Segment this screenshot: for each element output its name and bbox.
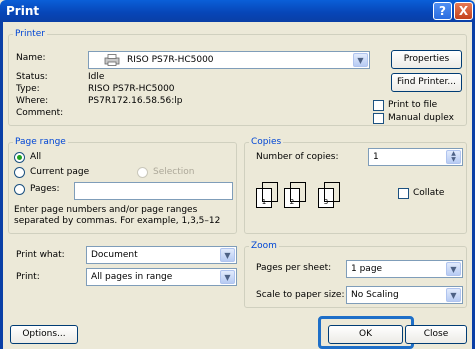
- pages-label: Pages:: [30, 184, 60, 194]
- printer-group-label: Printer: [13, 29, 47, 39]
- all-pages-label: All: [30, 152, 42, 162]
- where-value: PS7R172.16.58.56:lp: [88, 96, 183, 106]
- manual-duplex-label: Manual duplex: [388, 113, 454, 123]
- type-value: RISO PS7R-HC5000: [88, 84, 175, 94]
- status-label: Status:: [16, 72, 48, 82]
- type-label: Type:: [16, 84, 40, 94]
- selection-label: Selection: [153, 167, 195, 177]
- page-range-help-line-1: Enter page numbers and/or page ranges: [14, 205, 198, 215]
- pages-input[interactable]: [74, 182, 233, 200]
- selection-radio[interactable]: [137, 167, 148, 178]
- page-range-help-line-2: separated by commas. For example, 1,3,5–…: [14, 216, 221, 226]
- collate-label: Collate: [413, 188, 445, 198]
- print-to-file-checkbox[interactable]: [373, 100, 384, 111]
- print-to-file-label: Print to file: [388, 100, 438, 110]
- collate-page-back: [324, 182, 340, 202]
- print-what-value: Document: [91, 250, 138, 260]
- print-select[interactable]: All pages in range ▼: [86, 268, 237, 286]
- scale-to-paper-select[interactable]: No Scaling ▼: [346, 286, 463, 304]
- number-of-copies-value: 1: [373, 152, 379, 162]
- pages-per-sheet-label: Pages per sheet:: [256, 263, 332, 273]
- properties-button[interactable]: Properties: [391, 50, 462, 69]
- pages-per-sheet-value: 1 page: [351, 264, 383, 274]
- window-title: Print: [6, 4, 40, 18]
- print-what-select[interactable]: Document ▼: [86, 246, 237, 264]
- manual-duplex-checkbox[interactable]: [373, 113, 384, 124]
- close-icon: X: [458, 4, 469, 18]
- scale-to-paper-label: Scale to paper size:: [256, 290, 345, 300]
- all-pages-radio[interactable]: [14, 152, 25, 163]
- printer-name-label: Name:: [16, 53, 46, 63]
- find-printer-button[interactable]: Find Printer...: [391, 73, 462, 92]
- where-label: Where:: [16, 96, 49, 106]
- printer-icon: [104, 54, 120, 66]
- chevron-down-icon[interactable]: ▼: [446, 288, 461, 302]
- current-page-label: Current page: [30, 167, 90, 177]
- number-of-copies-label: Number of copies:: [256, 152, 339, 162]
- ok-button[interactable]: OK: [328, 325, 403, 344]
- print-label: Print:: [16, 272, 40, 282]
- current-page-radio[interactable]: [14, 167, 25, 178]
- print-what-label: Print what:: [16, 250, 65, 260]
- close-window-button[interactable]: X: [454, 2, 473, 20]
- comment-label: Comment:: [16, 108, 64, 118]
- pages-per-sheet-select[interactable]: 1 page ▼: [346, 260, 463, 278]
- chevron-down-icon[interactable]: ▼: [220, 248, 235, 262]
- help-icon: ?: [439, 4, 446, 18]
- spinner-arrows-icon[interactable]: ▲ ▼: [446, 150, 461, 164]
- options-button[interactable]: Options...: [10, 325, 78, 344]
- chevron-down-icon[interactable]: ▼: [446, 262, 461, 276]
- chevron-down-icon[interactable]: ▼: [353, 53, 368, 67]
- print-value: All pages in range: [91, 272, 173, 282]
- pages-radio[interactable]: [14, 184, 25, 195]
- printer-name-value: RISO PS7R-HC5000: [127, 55, 214, 65]
- number-of-copies-input[interactable]: 1 ▲ ▼: [368, 148, 463, 166]
- help-button[interactable]: ?: [433, 2, 452, 20]
- printer-name-select[interactable]: RISO PS7R-HC5000 ▼: [88, 51, 370, 69]
- title-bar[interactable]: Print ? X: [0, 0, 475, 22]
- scale-to-paper-value: No Scaling: [351, 290, 399, 300]
- zoom-group-label: Zoom: [249, 241, 279, 251]
- collate-page-back: [290, 182, 306, 202]
- copies-group-label: Copies: [249, 137, 284, 147]
- collate-page-back: [262, 182, 278, 202]
- close-button[interactable]: Close: [405, 325, 467, 344]
- chevron-down-icon[interactable]: ▼: [220, 270, 235, 284]
- page-range-group-label: Page range: [13, 137, 68, 147]
- collate-checkbox[interactable]: [398, 188, 409, 199]
- status-value: Idle: [88, 72, 105, 82]
